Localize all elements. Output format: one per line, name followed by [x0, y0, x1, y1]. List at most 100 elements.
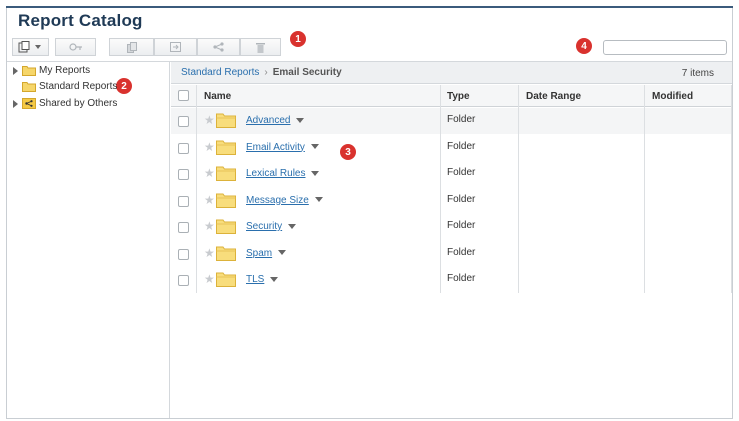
column-header-name[interactable]: Name	[204, 91, 231, 102]
expand-arrow-icon[interactable]	[13, 99, 18, 108]
move-button[interactable]	[154, 38, 197, 56]
folder-icon	[216, 246, 236, 261]
row-checkbox[interactable]	[178, 195, 189, 207]
report-folder-link[interactable]: Message Size	[246, 195, 323, 206]
row-type: Folder	[447, 220, 476, 231]
key-icon	[68, 43, 82, 51]
row-checkbox[interactable]	[178, 142, 189, 154]
row-type: Folder	[447, 140, 476, 152]
table-row[interactable]: ★ TLS Folder	[171, 267, 732, 293]
share-icon	[213, 42, 224, 52]
table-row[interactable]: ★ Spam Folder	[171, 241, 732, 267]
sidebar-item-standard-reports[interactable]: Standard Reports	[22, 81, 117, 92]
breadcrumb-current: Email Security	[272, 67, 342, 78]
row-type: Folder	[447, 193, 476, 205]
favorite-star-icon[interactable]: ★	[204, 247, 215, 259]
favorite-star-icon[interactable]: ★	[204, 167, 215, 179]
item-count: 7 items	[681, 68, 714, 79]
folder-icon	[216, 219, 236, 234]
breadcrumb-separator: ›	[264, 67, 268, 78]
select-all-checkbox[interactable]	[178, 90, 189, 101]
table-row[interactable]: ★ Email Activity Folder	[171, 135, 732, 161]
report-folder-name[interactable]: Lexical Rules	[246, 168, 305, 179]
breadcrumb-parent-link[interactable]: Standard Reports	[181, 67, 259, 78]
copy-icon	[126, 41, 137, 53]
row-menu-caret-icon[interactable]	[270, 276, 279, 282]
row-menu-caret-icon[interactable]	[311, 170, 320, 176]
sidebar-item-label: Standard Reports	[39, 81, 118, 92]
row-menu-caret-icon[interactable]	[310, 144, 319, 150]
report-folder-link[interactable]: Security	[246, 221, 297, 232]
trash-icon	[256, 42, 265, 53]
folder-icon	[216, 166, 236, 181]
row-checkbox[interactable]	[178, 248, 189, 260]
copy-button[interactable]	[109, 38, 154, 56]
new-report-icon	[18, 41, 41, 53]
sidebar-item-label: My Reports	[39, 65, 91, 76]
row-checkbox[interactable]	[178, 275, 189, 286]
favorite-star-icon[interactable]: ★	[204, 114, 215, 126]
main-panel: Standard Reports › Email Security 7 item…	[171, 62, 732, 418]
row-type: Folder	[447, 167, 476, 178]
folder-icon	[22, 66, 36, 76]
report-folder-name[interactable]: Spam	[246, 248, 272, 259]
callout-badge-4: 4	[576, 38, 592, 54]
column-header-date-range[interactable]: Date Range	[526, 91, 581, 102]
row-menu-caret-icon[interactable]	[314, 197, 323, 203]
table-row[interactable]: ★ Advanced Folder	[171, 108, 732, 134]
row-checkbox[interactable]	[178, 116, 189, 127]
table-row[interactable]: ★ Security Folder	[171, 214, 732, 240]
schedule-button[interactable]	[55, 38, 96, 56]
folder-icon	[216, 193, 236, 208]
delete-button[interactable]	[240, 38, 281, 56]
page-title: Report Catalog	[18, 11, 143, 30]
favorite-star-icon[interactable]: ★	[204, 273, 215, 285]
report-folder-name[interactable]: TLS	[246, 274, 264, 285]
report-folder-link[interactable]: Lexical Rules	[246, 168, 320, 179]
favorite-star-icon[interactable]: ★	[204, 194, 215, 206]
folder-icon	[22, 82, 36, 92]
column-divider	[196, 85, 197, 293]
report-folder-link[interactable]: TLS	[246, 274, 279, 285]
shared-folder-icon	[22, 98, 36, 109]
folder-icon	[216, 272, 236, 287]
column-header-type[interactable]: Type	[447, 91, 470, 102]
window-top-border	[6, 6, 733, 8]
sidebar-item-shared-by-others[interactable]: Shared by Others	[13, 98, 117, 109]
sidebar: My Reports Standard Reports Shared by Ot…	[7, 62, 170, 418]
row-type: Folder	[447, 273, 476, 284]
report-folder-name[interactable]: Message Size	[246, 195, 309, 206]
report-folder-name[interactable]: Advanced	[246, 115, 290, 126]
search-input[interactable]	[603, 40, 727, 55]
breadcrumb: Standard Reports › Email Security 7 item…	[171, 62, 732, 84]
move-icon	[170, 42, 181, 52]
table-row[interactable]: ★ Lexical Rules Folder	[171, 161, 732, 187]
row-menu-caret-icon[interactable]	[278, 250, 287, 256]
expand-arrow-icon[interactable]	[13, 66, 18, 75]
sidebar-item-my-reports[interactable]: My Reports	[13, 65, 90, 76]
row-checkbox[interactable]	[178, 169, 189, 180]
toolbar	[12, 38, 281, 58]
report-folder-link[interactable]: Email Activity	[246, 142, 319, 153]
report-folder-link[interactable]: Spam	[246, 248, 287, 259]
report-folder-name[interactable]: Email Activity	[246, 142, 305, 153]
sidebar-item-label: Shared by Others	[39, 98, 118, 109]
table-header: Name Type Date Range Modified	[171, 85, 732, 107]
column-header-modified[interactable]: Modified	[652, 91, 693, 102]
folder-icon	[216, 140, 236, 155]
row-checkbox[interactable]	[178, 222, 189, 233]
new-report-button[interactable]	[12, 38, 49, 56]
column-divider	[731, 85, 732, 293]
row-type: Folder	[447, 114, 476, 125]
column-divider	[644, 85, 645, 293]
favorite-star-icon[interactable]: ★	[204, 141, 215, 153]
table-row[interactable]: ★ Message Size Folder	[171, 188, 732, 214]
favorite-star-icon[interactable]: ★	[204, 220, 215, 232]
report-folder-link[interactable]: Advanced	[246, 115, 305, 126]
column-divider	[518, 85, 519, 293]
report-folder-name[interactable]: Security	[246, 221, 282, 232]
callout-badge-3: 3	[340, 144, 356, 160]
row-menu-caret-icon[interactable]	[296, 117, 305, 123]
row-menu-caret-icon[interactable]	[288, 223, 297, 229]
share-button[interactable]	[197, 38, 240, 56]
